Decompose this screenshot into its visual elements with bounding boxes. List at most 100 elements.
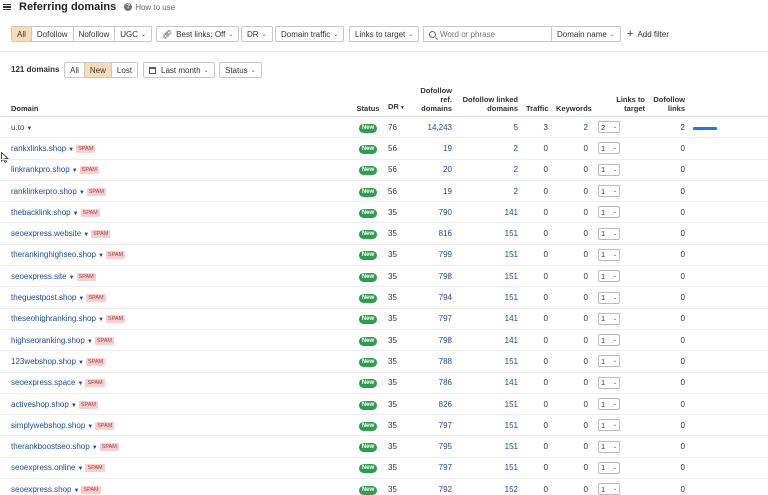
links-to-target-dropdown[interactable]: 1 ⌄	[598, 248, 620, 261]
domain-link[interactable]: u.to	[11, 123, 24, 132]
caret-down-icon[interactable]: ▼	[72, 168, 78, 174]
caret-down-icon[interactable]: ▼	[77, 466, 83, 472]
col-dofollow-ref-header[interactable]: Dofollow ref. domains	[404, 86, 456, 117]
type-ugc-dropdown[interactable]: UGC ⌄	[115, 27, 152, 41]
add-filter-button[interactable]: + Add filter	[627, 26, 669, 42]
caret-down-icon[interactable]: ▼	[26, 126, 32, 132]
dofollow-ref-link[interactable]: 788	[439, 357, 452, 366]
dofollow-linked-link[interactable]: 151	[505, 442, 518, 451]
dofollow-linked-link[interactable]: 151	[505, 400, 518, 409]
links-to-target-dropdown[interactable]: 1 ⌄	[598, 334, 620, 347]
dofollow-ref-link[interactable]: 797	[439, 314, 452, 323]
links-to-target-dropdown[interactable]: 1 ⌄	[598, 398, 620, 410]
caret-down-icon[interactable]: ▼	[98, 317, 104, 323]
links-to-target-dropdown[interactable]: 1 ⌄	[598, 142, 620, 155]
dofollow-ref-link[interactable]: 799	[439, 250, 452, 259]
dofollow-linked-link[interactable]: 2	[514, 165, 518, 174]
dofollow-ref-link[interactable]: 20	[443, 165, 452, 174]
dofollow-ref-link[interactable]: 786	[439, 378, 452, 387]
col-dr-header[interactable]: DR▼	[384, 86, 405, 117]
type-all-button[interactable]: All	[12, 27, 32, 41]
new-lost-lost-button[interactable]: Lost	[111, 63, 138, 77]
dofollow-linked-link[interactable]: 152	[505, 485, 518, 494]
caret-down-icon[interactable]: ▼	[78, 296, 84, 302]
links-to-target-dropdown[interactable]: 1 ⌄	[598, 461, 620, 474]
domain-link[interactable]: seoexpress.shop	[11, 485, 71, 494]
caret-down-icon[interactable]: ▼	[69, 275, 75, 281]
dofollow-ref-link[interactable]: 14,243	[428, 123, 452, 132]
domain-link[interactable]: ranklinkerpro.shop	[11, 187, 77, 196]
dofollow-linked-link[interactable]: 141	[505, 208, 518, 217]
period-dropdown[interactable]: Last month ⌄	[143, 62, 215, 78]
links-to-target-dropdown[interactable]: 2 ⌄	[598, 121, 620, 134]
col-links-to-target-header[interactable]: Links to target	[592, 86, 649, 117]
links-to-target-dropdown[interactable]: 1 ⌄	[598, 270, 620, 283]
col-traffic-header[interactable]: Traffic	[522, 86, 552, 117]
dofollow-ref-link[interactable]: 795	[439, 442, 452, 451]
domain-link[interactable]: 123webshop.shop	[11, 357, 76, 366]
links-to-target-dropdown[interactable]: 1 ⌄	[598, 355, 620, 368]
domain-link[interactable]: simplywebshop.shop	[11, 421, 85, 430]
dofollow-linked-link[interactable]: 151	[505, 250, 518, 259]
domain-link[interactable]: thebacklink.shop	[11, 208, 71, 217]
caret-down-icon[interactable]: ▼	[87, 339, 93, 345]
col-keywords-header[interactable]: Keywords	[552, 86, 592, 117]
dofollow-linked-link[interactable]: 151	[505, 229, 518, 238]
dofollow-ref-link[interactable]: 798	[439, 336, 452, 345]
links-to-target-dropdown[interactable]: 1 ⌄	[598, 312, 620, 325]
links-to-target-dropdown[interactable]: 1 ⌄	[598, 227, 620, 240]
domain-link[interactable]: rankxlinks.shop	[11, 144, 66, 153]
help-icon[interactable]: ?	[124, 3, 133, 11]
dofollow-linked-link[interactable]: 2	[514, 144, 518, 153]
dofollow-linked-link[interactable]: 141	[505, 378, 518, 387]
dofollow-linked-link[interactable]: 2	[514, 187, 518, 196]
dr-filter-button[interactable]: DR ⌄	[241, 26, 273, 42]
dofollow-ref-link[interactable]: 816	[439, 229, 452, 238]
status-dropdown[interactable]: Status ⌄	[219, 62, 262, 78]
links-to-target-button[interactable]: Links to target ⌄	[349, 26, 420, 42]
dofollow-linked-link[interactable]: 141	[505, 314, 518, 323]
how-to-use-link[interactable]: How to use	[135, 3, 175, 12]
domain-link[interactable]: highseoranking.shop	[11, 336, 85, 345]
col-dofollow-linked-header[interactable]: Dofollow linked domains	[456, 86, 522, 117]
dofollow-ref-link[interactable]: 798	[439, 272, 452, 281]
dofollow-linked-link[interactable]: 141	[505, 336, 518, 345]
dofollow-ref-link[interactable]: 19	[443, 144, 452, 153]
links-to-target-dropdown[interactable]: 1 ⌄	[598, 291, 620, 304]
domain-link[interactable]: theguestpost.shop	[11, 293, 76, 302]
domain-traffic-button[interactable]: Domain traffic ⌄	[275, 26, 345, 42]
dofollow-ref-link[interactable]: 790	[439, 208, 452, 217]
type-dofollow-button[interactable]: Dofollow	[31, 27, 74, 41]
caret-down-icon[interactable]: ▼	[98, 253, 104, 259]
links-to-target-dropdown[interactable]: 1 ⌄	[598, 163, 620, 176]
col-status-header[interactable]: Status	[352, 86, 384, 117]
domain-link[interactable]: linkrankpro.shop	[11, 165, 70, 174]
dofollow-linked-link[interactable]: 151	[505, 293, 518, 302]
dofollow-linked-link[interactable]: 151	[505, 421, 518, 430]
hamburger-menu-icon[interactable]	[3, 3, 11, 11]
links-to-target-dropdown[interactable]: 1 ⌄	[598, 440, 620, 453]
caret-down-icon[interactable]: ▼	[71, 403, 77, 409]
links-to-target-dropdown[interactable]: 1 ⌄	[598, 185, 620, 198]
dofollow-ref-link[interactable]: 19	[443, 187, 452, 196]
domain-link[interactable]: therankinghighseo.shop	[11, 250, 96, 259]
col-dofollow-links-header[interactable]: Dofollow links	[649, 86, 689, 117]
caret-down-icon[interactable]: ▼	[73, 211, 79, 217]
dofollow-ref-link[interactable]: 797	[439, 421, 452, 430]
domain-link[interactable]: activeshop.shop	[11, 400, 69, 409]
search-scope-dropdown[interactable]: Domain name ⌄	[551, 26, 621, 42]
domain-link[interactable]: seoexpress.website	[11, 229, 81, 238]
dofollow-linked-link[interactable]: 151	[505, 272, 518, 281]
best-links-button[interactable]: 🔗︎ Best links: Off ⌄	[156, 26, 240, 42]
caret-down-icon[interactable]: ▼	[78, 360, 84, 366]
keywords-value[interactable]: 2	[584, 123, 588, 132]
links-to-target-dropdown[interactable]: 1 ⌄	[598, 483, 620, 495]
domain-link[interactable]: therankboostseo.shop	[11, 442, 90, 451]
dofollow-ref-link[interactable]: 794	[439, 293, 452, 302]
dofollow-linked-link[interactable]: 151	[505, 463, 518, 472]
dofollow-ref-link[interactable]: 826	[439, 400, 452, 409]
caret-down-icon[interactable]: ▼	[77, 381, 83, 387]
dofollow-ref-link[interactable]: 797	[439, 463, 452, 472]
caret-down-icon[interactable]: ▼	[92, 445, 98, 451]
caret-down-icon[interactable]: ▼	[73, 488, 79, 494]
